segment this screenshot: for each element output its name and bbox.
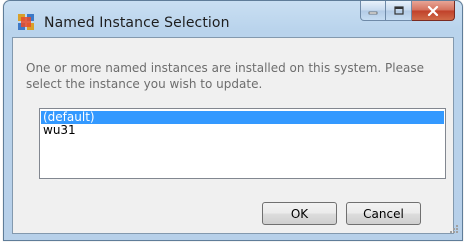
application-icon [18, 14, 34, 30]
instance-listbox[interactable]: (default) wu31 [39, 108, 446, 179]
minimize-button[interactable] [360, 1, 386, 21]
maximize-icon [393, 6, 404, 15]
window-title: Named Instance Selection [44, 15, 230, 31]
resize-grip-icon[interactable] [448, 223, 458, 233]
ok-button[interactable]: OK [262, 202, 337, 225]
close-button[interactable] [412, 1, 455, 21]
maximize-button[interactable] [386, 1, 412, 21]
title-bar[interactable]: Named Instance Selection [4, 1, 462, 37]
caption-buttons [360, 1, 455, 22]
close-icon [427, 5, 439, 16]
list-item-default[interactable]: (default) [41, 111, 444, 124]
list-item-wu31[interactable]: wu31 [41, 124, 444, 137]
cancel-button[interactable]: Cancel [346, 202, 421, 225]
minimize-icon [368, 11, 378, 14]
instruction-text: One or more named instances are installe… [26, 61, 424, 91]
